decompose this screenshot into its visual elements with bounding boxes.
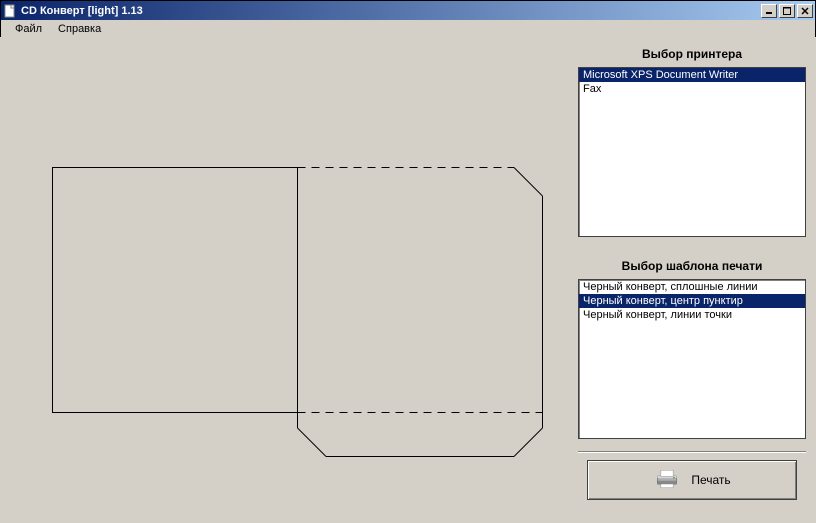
envelope-svg [52, 167, 544, 457]
list-item[interactable]: Черный конверт, центр пунктир [579, 294, 805, 308]
print-button-label: Печать [691, 473, 730, 487]
menubar: Файл Справка [1, 20, 815, 38]
app-icon [3, 4, 17, 18]
envelope-preview [52, 167, 544, 457]
window-title: CD Конверт [light] 1.13 [21, 5, 759, 17]
window-buttons [759, 4, 813, 18]
content: Выбор принтера Microsoft XPS Document Wr… [0, 37, 816, 523]
minimize-button[interactable] [761, 4, 777, 18]
menu-help[interactable]: Справка [50, 21, 109, 37]
close-button[interactable] [797, 4, 813, 18]
printer-section-label: Выбор принтера [578, 47, 806, 61]
list-item[interactable]: Fax [579, 82, 805, 96]
menu-file[interactable]: Файл [7, 21, 50, 37]
printer-listbox[interactable]: Microsoft XPS Document Writer Fax [578, 67, 806, 237]
template-section-label: Выбор шаблона печати [578, 259, 806, 273]
printer-icon [653, 468, 681, 493]
right-panel: Выбор принтера Microsoft XPS Document Wr… [578, 47, 806, 508]
print-button[interactable]: Печать [587, 460, 797, 500]
template-listbox[interactable]: Черный конверт, сплошные линии Черный ко… [578, 279, 806, 439]
list-item[interactable]: Черный конверт, линии точки [579, 308, 805, 322]
titlebar: CD Конверт [light] 1.13 [1, 1, 815, 20]
maximize-button[interactable] [779, 4, 795, 18]
list-item[interactable]: Microsoft XPS Document Writer [579, 68, 805, 82]
print-section: Печать [578, 451, 806, 508]
list-item[interactable]: Черный конверт, сплошные линии [579, 280, 805, 294]
